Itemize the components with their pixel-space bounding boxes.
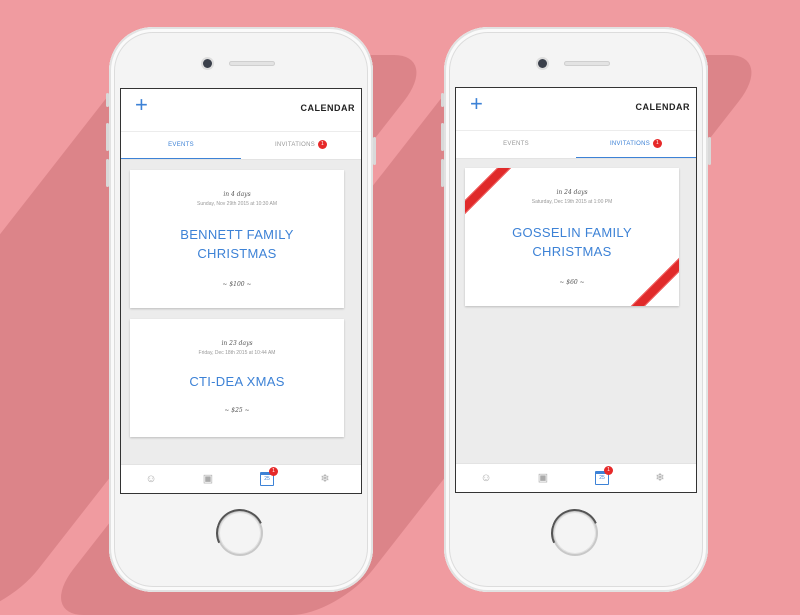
tab-events[interactable]: EVENTS xyxy=(456,131,576,157)
notification-badge: 1 xyxy=(653,138,663,148)
tab-label: INVITATIONS xyxy=(274,142,316,148)
event-countdown: in 24 days xyxy=(556,189,588,196)
volume-down-button xyxy=(441,159,444,187)
calendar-icon[interactable]: 25 1 xyxy=(594,466,613,486)
bottom-nav: ☺ ▣ 25 1 ❄ xyxy=(121,464,361,493)
event-name: BENNETT FAMILY CHRISTMAS xyxy=(180,227,294,261)
event-name: GOSSELIN FAMILY CHRISTMAS xyxy=(512,225,632,259)
front-camera xyxy=(203,59,212,68)
tab-bar: EVENTS INVITATIONS 1 xyxy=(121,132,361,160)
mute-switch xyxy=(106,93,109,107)
tab-bar: EVENTS INVITATIONS 1 xyxy=(456,131,696,159)
screen: + CALENDAR EVENTS INVITATIONS 1 in 24 day… xyxy=(455,87,697,493)
event-date: Sunday, Nov 29th 2015 at 10:30 AM xyxy=(197,201,277,207)
event-countdown: in 4 days xyxy=(223,191,251,198)
tab-label: EVENTS xyxy=(503,141,529,147)
event-name: CTI-DEA XMAS xyxy=(189,374,285,389)
event-price: ~ $25 ~ xyxy=(224,407,250,414)
power-button xyxy=(708,137,711,165)
tab-label: INVITATIONS xyxy=(609,141,651,147)
speaker-grille xyxy=(229,61,275,66)
event-price: ~ $60 ~ xyxy=(559,279,585,286)
notification-badge: 1 xyxy=(604,466,613,475)
tab-invitations[interactable]: INVITATIONS 1 xyxy=(241,132,361,158)
power-button xyxy=(373,137,376,165)
event-date: Friday, Dec 18th 2015 at 10:44 AM xyxy=(198,350,276,356)
event-date: Saturday, Dec 19th 2015 at 1:00 PM xyxy=(531,199,613,205)
notification-badge: 1 xyxy=(318,139,328,149)
plus-icon[interactable]: + xyxy=(135,94,153,116)
front-camera xyxy=(538,59,547,68)
calendar-icon[interactable]: 25 1 xyxy=(259,467,278,487)
tab-label: EVENTS xyxy=(168,142,194,148)
page-title: CALENDAR xyxy=(635,102,690,112)
gift-icon[interactable]: ▣ xyxy=(535,471,551,485)
phone-left: + CALENDAR EVENTS INVITATIONS 1 in 4 days… xyxy=(106,27,376,592)
bottom-nav: ☺ ▣ 25 1 ❄ xyxy=(456,463,696,492)
volume-up-button xyxy=(106,123,109,151)
notification-badge: 1 xyxy=(269,467,278,476)
event-price: ~ $100 ~ xyxy=(222,281,252,288)
invitation-card[interactable]: in 24 days Saturday, Dec 19th 2015 at 1:… xyxy=(465,168,679,306)
app-header: + CALENDAR xyxy=(456,88,696,130)
home-button[interactable] xyxy=(554,512,596,554)
speaker-grille xyxy=(564,61,610,66)
home-button[interactable] xyxy=(219,512,261,554)
volume-up-button xyxy=(441,123,444,151)
mute-switch xyxy=(441,93,444,107)
screen: + CALENDAR EVENTS INVITATIONS 1 in 4 days… xyxy=(120,88,362,494)
plus-icon[interactable]: + xyxy=(470,93,488,115)
tab-events[interactable]: EVENTS xyxy=(121,132,241,159)
app-header: + CALENDAR xyxy=(121,89,361,131)
page-title: CALENDAR xyxy=(300,103,355,113)
snowflake-icon[interactable]: ❄ xyxy=(652,471,668,485)
santa-icon[interactable]: ☺ xyxy=(478,471,494,485)
snowflake-icon[interactable]: ❄ xyxy=(317,472,333,486)
volume-down-button xyxy=(106,159,109,187)
event-card[interactable]: in 4 days Sunday, Nov 29th 2015 at 10:30… xyxy=(130,170,344,308)
event-countdown: in 23 days xyxy=(221,340,253,347)
event-card[interactable]: in 23 days Friday, Dec 18th 2015 at 10:4… xyxy=(130,319,344,437)
tab-invitations[interactable]: INVITATIONS 1 xyxy=(576,131,696,158)
gift-icon[interactable]: ▣ xyxy=(200,472,216,486)
santa-icon[interactable]: ☺ xyxy=(143,472,159,486)
phone-right: + CALENDAR EVENTS INVITATIONS 1 in 24 day… xyxy=(441,27,711,592)
